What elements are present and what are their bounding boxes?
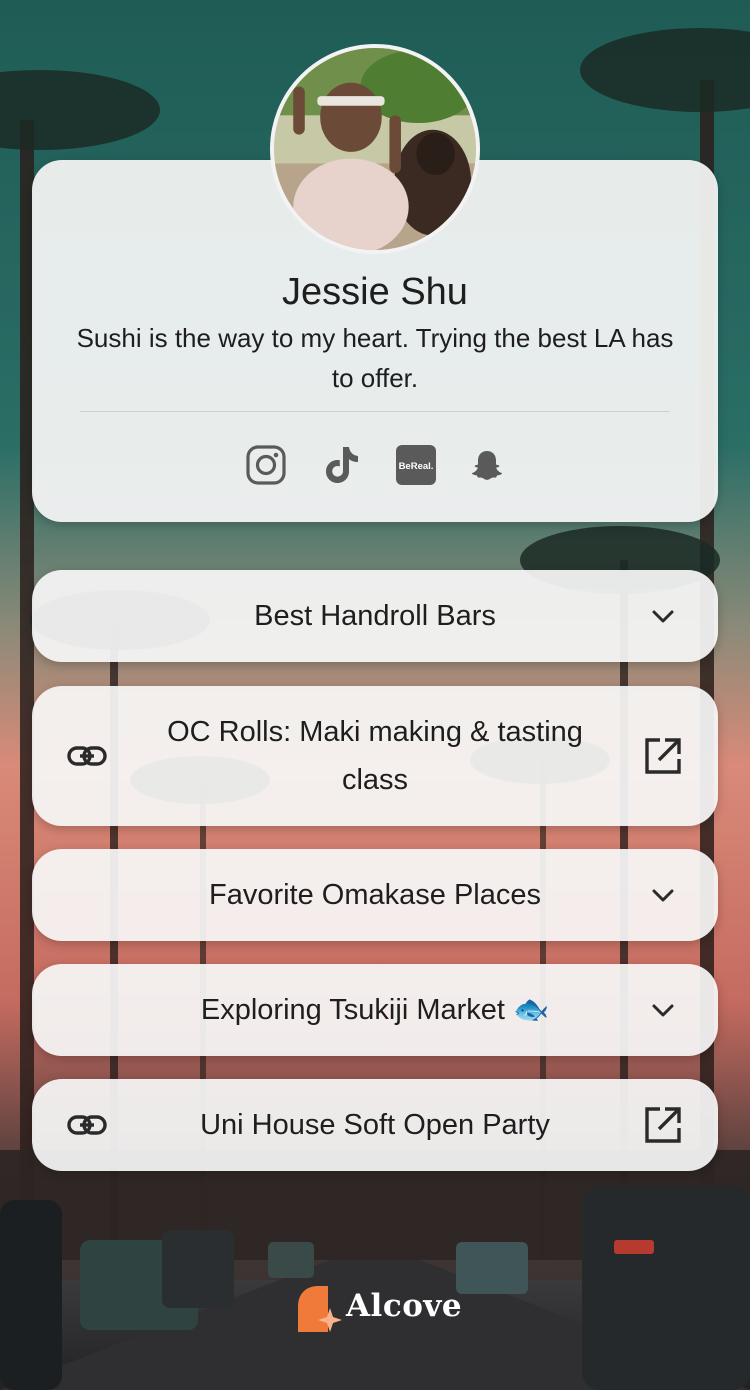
chevron-down-icon: [652, 889, 674, 902]
link-best-handroll-bars[interactable]: Best Handroll Bars: [32, 570, 718, 662]
external-link-icon: [645, 1107, 681, 1143]
tiktok-icon: [326, 447, 358, 483]
link-label: Best Handroll Bars: [254, 600, 496, 632]
divider: [80, 411, 670, 412]
instagram-link[interactable]: [245, 444, 287, 486]
link-label: Uni House Soft Open Party: [200, 1109, 550, 1141]
chevron-down-icon: [652, 610, 674, 623]
profile-bio: Sushi is the way to my heart. Trying the…: [76, 323, 674, 393]
bereal-link[interactable]: BeReal.: [395, 444, 437, 486]
link-label: OC Rolls: Maki making & tasting class: [167, 716, 583, 796]
link-label: Favorite Omakase Places: [208, 879, 541, 911]
external-link-icon: [645, 738, 681, 774]
tiktok-link[interactable]: [321, 444, 363, 486]
snapchat-link[interactable]: [466, 444, 508, 486]
link-label: Exploring Tsukiji Market 🐟: [200, 994, 550, 1026]
avatar-photo: [274, 48, 476, 250]
link-icon: [67, 746, 107, 766]
alcove-brand-link[interactable]: Alcove: [294, 1282, 464, 1334]
bereal-icon: BeReal.: [396, 445, 436, 485]
profile-name: Jessie Shu: [282, 271, 468, 313]
link-exploring-tsukiji-market[interactable]: Exploring Tsukiji Market 🐟: [32, 964, 718, 1056]
snapchat-icon: [472, 451, 502, 480]
link-oc-rolls[interactable]: OC Rolls: Maki making & tasting class: [32, 686, 718, 826]
instagram-icon: [246, 445, 286, 485]
link-favorite-omakase-places[interactable]: Favorite Omakase Places: [32, 849, 718, 941]
chevron-down-icon: [652, 1004, 674, 1017]
avatar: [270, 44, 480, 254]
alcove-logo-icon: [298, 1286, 342, 1332]
brand-name: Alcove: [346, 1288, 463, 1324]
svg-text:BeReal.: BeReal.: [399, 461, 434, 472]
link-uni-house-soft-open-party[interactable]: Uni House Soft Open Party: [32, 1079, 718, 1171]
link-icon: [67, 1115, 107, 1135]
social-links: BeReal.: [245, 444, 505, 488]
